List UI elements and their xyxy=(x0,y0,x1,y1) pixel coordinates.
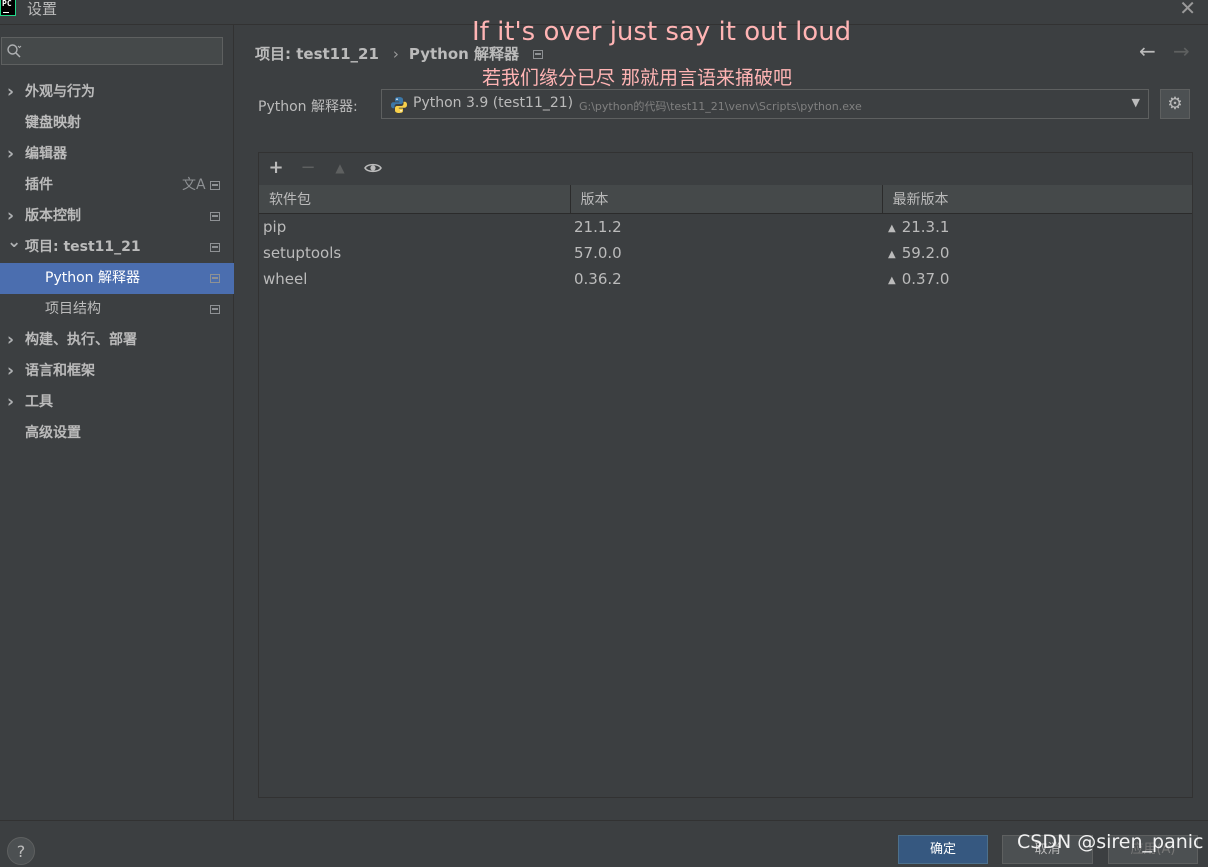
logo-text: PC xyxy=(2,0,12,8)
gear-icon[interactable]: ⚙ xyxy=(1160,89,1190,119)
sidebar-item-label: 编辑器 xyxy=(25,146,67,162)
project-scope-icon xyxy=(210,274,220,283)
project-scope-icon xyxy=(533,50,544,59)
sidebar-item[interactable]: Python 解释器 xyxy=(0,263,234,294)
sidebar-item-label: 键盘映射 xyxy=(25,115,81,131)
column-header-latest-version[interactable]: 最新版本 xyxy=(882,185,1192,214)
breadcrumb-project[interactable]: 项目: test11_21 xyxy=(255,45,379,63)
show-early-releases-icon[interactable] xyxy=(362,157,384,179)
sidebar-item[interactable]: 项目结构 xyxy=(0,294,234,325)
package-latest-version: 21.3.1 xyxy=(901,218,950,236)
project-scope-icon xyxy=(210,305,220,314)
chevron-right-icon[interactable]: › xyxy=(7,387,19,418)
settings-sidebar: › 外观与行为 键盘映射 › 编辑器 插件 文A › 版本控制 ⌄ 项目: test11_21 Pyt… xyxy=(0,25,234,820)
chevron-right-icon[interactable]: › xyxy=(7,139,19,170)
sidebar-item[interactable]: 插件 文A xyxy=(0,170,234,201)
table-row[interactable]: setuptools 57.0.0 ▲ 59.2.0 xyxy=(259,240,1192,266)
help-icon[interactable]: ? xyxy=(7,837,35,865)
package-table-body: pip 21.1.2 ▲ 21.3.1 setuptools 57.0.0 ▲ 59.2.0 w… xyxy=(259,214,1192,293)
sidebar-item-label: 项目: test11_21 xyxy=(25,239,141,255)
project-scope-icon xyxy=(210,243,220,252)
column-header-package[interactable]: 软件包 xyxy=(259,185,571,214)
pycharm-logo-icon: PC xyxy=(0,0,16,16)
sidebar-item-label: 插件 xyxy=(25,177,53,193)
search-icon xyxy=(7,44,22,58)
package-latest-version-cell: ▲ 21.3.1 xyxy=(882,214,1192,241)
breadcrumb-current: Python 解释器 xyxy=(408,45,520,63)
interpreter-label: Python 解释器: xyxy=(258,99,358,115)
table-header-row: 软件包 版本 最新版本 xyxy=(259,185,1192,214)
caption-english: If it's over just say it out loud xyxy=(472,17,852,47)
package-latest-version-cell: ▲ 59.2.0 xyxy=(882,240,1192,266)
ok-button[interactable]: 确定 xyxy=(898,835,988,864)
project-scope-icon xyxy=(210,181,220,190)
sidebar-item[interactable]: ⌄ 项目: test11_21 xyxy=(0,232,234,263)
sidebar-item-label: 工具 xyxy=(25,394,53,410)
package-latest-version: 59.2.0 xyxy=(901,244,950,262)
package-panel: + − ▲ 软件包 版本 最新版本 pip 21.1.2 ▲ 21.3.1 se… xyxy=(258,152,1193,798)
search-box[interactable] xyxy=(1,37,223,65)
table-row[interactable]: pip 21.1.2 ▲ 21.3.1 xyxy=(259,214,1192,241)
back-arrow-icon[interactable]: ← xyxy=(1139,39,1156,63)
python-logo-icon xyxy=(391,97,407,113)
upgrade-available-icon: ▲ xyxy=(888,249,896,260)
forward-arrow-icon[interactable]: → xyxy=(1173,39,1190,63)
search-input[interactable] xyxy=(26,41,220,63)
sidebar-item-label: 项目结构 xyxy=(45,301,101,317)
column-header-version[interactable]: 版本 xyxy=(570,185,883,214)
sidebar-item-label: 语言和框架 xyxy=(25,363,95,379)
sidebar-item[interactable]: › 版本控制 xyxy=(0,201,234,232)
add-package-icon[interactable]: + xyxy=(265,157,287,179)
sidebar-item[interactable]: › 工具 xyxy=(0,387,234,418)
sidebar-item[interactable]: 键盘映射 xyxy=(0,108,234,139)
sidebar-item[interactable]: › 外观与行为 xyxy=(0,77,234,108)
settings-nav-list: › 外观与行为 键盘映射 › 编辑器 插件 文A › 版本控制 ⌄ 项目: test11_21 Pyt… xyxy=(0,77,234,449)
settings-window: PC 设置 ✕ › 外观与行为 键盘映射 › 编辑器 插件 文A › 版本控制 ⌄ 项目: test… xyxy=(0,0,1208,867)
project-scope-icon xyxy=(210,212,220,221)
chevron-right-icon[interactable]: › xyxy=(7,77,19,108)
package-name: wheel xyxy=(263,270,308,288)
upgrade-available-icon: ▲ xyxy=(888,275,896,286)
sidebar-item-label: 版本控制 xyxy=(25,208,81,224)
translate-icon: 文A xyxy=(182,177,206,193)
sidebar-item[interactable]: › 构建、执行、部署 xyxy=(0,325,234,356)
package-version: 21.1.2 xyxy=(574,218,622,236)
sidebar-item-label: 外观与行为 xyxy=(25,84,95,100)
interpreter-select[interactable]: Python 3.9 (test11_21) G:\python的代码\test… xyxy=(381,89,1149,119)
package-version: 0.36.2 xyxy=(574,270,622,288)
sidebar-item[interactable]: › 编辑器 xyxy=(0,139,234,170)
upgrade-available-icon: ▲ xyxy=(888,223,896,234)
remove-package-icon[interactable]: − xyxy=(297,157,319,179)
breadcrumb-separator: › xyxy=(392,45,399,63)
package-version: 57.0.0 xyxy=(574,244,622,262)
sidebar-item[interactable]: 高级设置 xyxy=(0,418,234,449)
sidebar-item-label: Python 解释器 xyxy=(45,270,140,286)
package-latest-version: 0.37.0 xyxy=(901,270,950,288)
package-name: pip xyxy=(263,218,287,236)
interpreter-name: Python 3.9 (test11_21) xyxy=(413,95,574,111)
csdn-watermark: CSDN @siren_panic xyxy=(1017,831,1204,853)
interpreter-path: G:\python的代码\test11_21\venv\Scripts\pyth… xyxy=(579,100,862,113)
table-row[interactable]: wheel 0.36.2 ▲ 0.37.0 xyxy=(259,266,1192,292)
upgrade-package-icon[interactable]: ▲ xyxy=(329,157,351,179)
main-panel: 项目: test11_21 › Python 解释器 ← → Python 解释器:… xyxy=(235,25,1208,820)
package-name: setuptools xyxy=(263,244,342,262)
chevron-right-icon[interactable]: › xyxy=(7,325,19,356)
dropdown-arrow-icon: ▼ xyxy=(1131,96,1140,109)
sidebar-item[interactable]: › 语言和框架 xyxy=(0,356,234,387)
chevron-down-icon[interactable]: ⌄ xyxy=(7,227,21,258)
package-toolbar: + − ▲ xyxy=(259,153,1192,185)
chevron-right-icon[interactable]: › xyxy=(7,356,19,387)
window-title: 设置 xyxy=(27,0,58,18)
close-icon[interactable]: ✕ xyxy=(1179,0,1196,20)
eye-icon xyxy=(364,163,382,173)
sidebar-item-label: 构建、执行、部署 xyxy=(25,332,137,348)
sidebar-item-label: 高级设置 xyxy=(25,425,81,441)
package-latest-version-cell: ▲ 0.37.0 xyxy=(882,266,1192,292)
package-table: 软件包 版本 最新版本 pip 21.1.2 ▲ 21.3.1 setuptools 57… xyxy=(259,185,1192,292)
caption-chinese: 若我们缘分已尽 那就用言语来捅破吧 xyxy=(482,67,793,89)
